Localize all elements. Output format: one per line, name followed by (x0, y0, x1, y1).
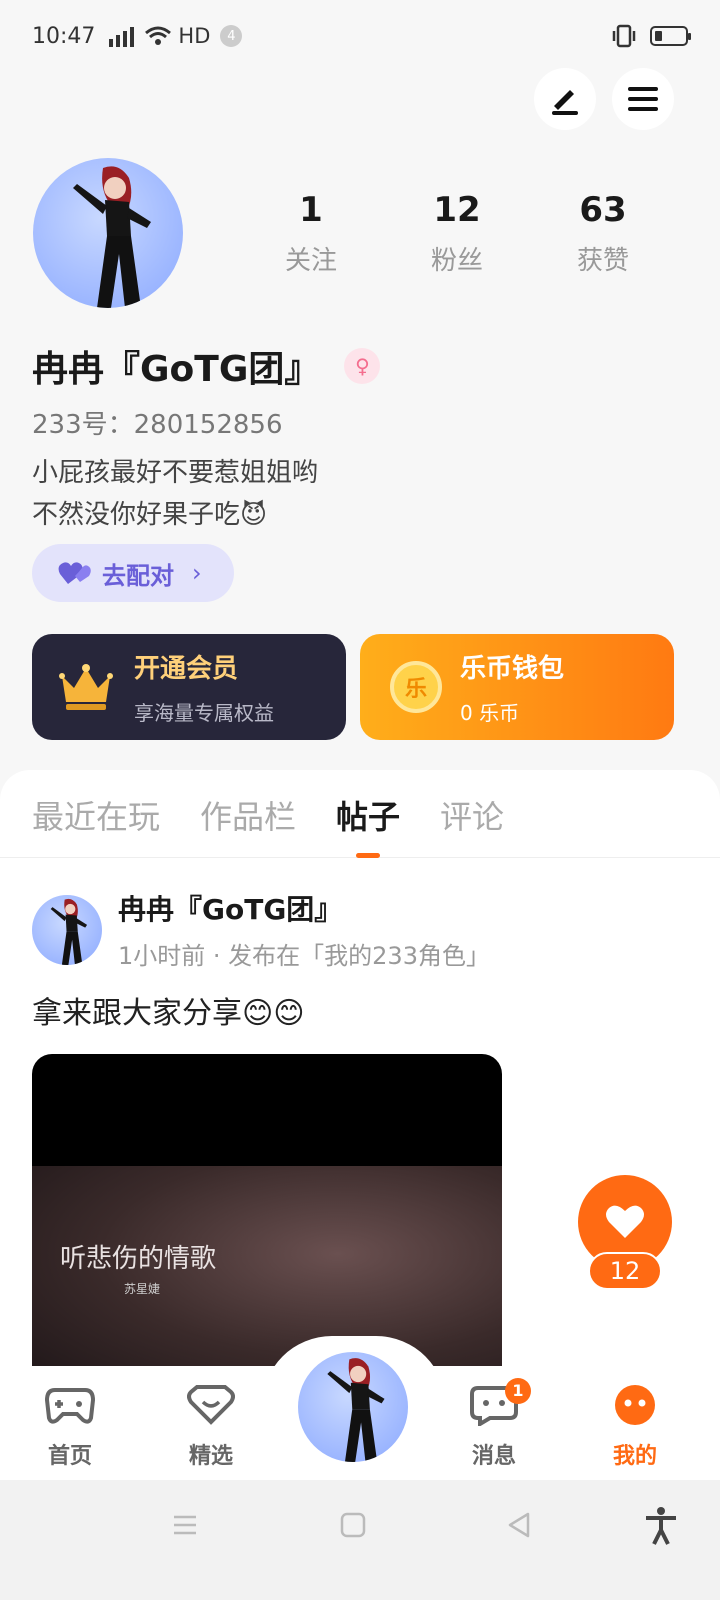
coin-icon: 乐 (390, 661, 442, 713)
likes-label: 获赞 (576, 246, 629, 276)
character-figure-icon (327, 1358, 385, 1462)
bio-line: 小屁孩最好不要惹姐姐哟 (32, 458, 319, 488)
accessibility-icon[interactable] (644, 1506, 678, 1546)
tab-posts[interactable]: 帖子 (336, 792, 400, 858)
profile-uid: 233号：280152856 (32, 410, 283, 440)
post-meta: 1小时前 · 发布在「我的233角色」 (118, 942, 490, 970)
nav-label-featured: 精选 (188, 1444, 233, 1469)
profile-name-row: 冉冉『GoTG团』 ♀ (32, 340, 381, 392)
tab-works[interactable]: 作品栏 (200, 792, 296, 858)
double-heart-icon (58, 562, 91, 584)
chevron-right-icon: › (192, 559, 202, 587)
profile-bio: 小屁孩最好不要惹姐姐哟 不然没你好果子吃😈 (32, 452, 318, 536)
video-frame: 听悲伤的情歌 苏星婕 (32, 1166, 502, 1384)
pen-icon (552, 90, 578, 115)
vibrate-icon (612, 24, 636, 48)
likes-count: 63 (579, 190, 627, 230)
followers-stat[interactable]: 12 粉丝 (384, 190, 530, 277)
like-count: 12 (588, 1252, 662, 1290)
back-icon[interactable] (506, 1512, 532, 1538)
profile-avatar[interactable] (33, 158, 183, 308)
post-author-name[interactable]: 冉冉『GoTG团』 (118, 888, 490, 928)
nav-item-home[interactable]: 首页 (20, 1384, 120, 1470)
nav-center-avatar[interactable] (298, 1352, 408, 1462)
video-caption: 听悲伤的情歌 (60, 1244, 217, 1274)
post-text: 拿来跟大家分享😊😊 (32, 996, 305, 1031)
following-label: 关注 (284, 246, 337, 276)
post-author-avatar[interactable] (32, 894, 102, 965)
home-icon[interactable] (340, 1512, 366, 1538)
heart-gem-icon (187, 1385, 235, 1425)
hamburger-icon (628, 87, 658, 111)
following-stat[interactable]: 1 关注 (238, 190, 384, 277)
vip-card[interactable]: 开通会员 享海量专属权益 (32, 634, 346, 740)
female-gender-icon: ♀ (344, 348, 381, 384)
wallet-card[interactable]: 乐 乐币钱包 0 乐币 (360, 634, 674, 740)
profile-tabs: 最近在玩 作品栏 帖子 评论 (0, 770, 720, 858)
status-time: 10:47 (32, 23, 96, 49)
signal-icon (109, 25, 135, 47)
post-header: 冉冉『GoTG团』 1小时前 · 发布在「我的233角色」 (32, 888, 490, 971)
vip-title: 开通会员 (134, 654, 239, 684)
coin-glyph: 乐 (404, 677, 427, 702)
messages-badge: 1 (505, 1378, 531, 1404)
tab-recent-play[interactable]: 最近在玩 (32, 792, 160, 858)
status-bar: 10:47 HD 4 (0, 0, 720, 72)
hd-label: HD (178, 24, 211, 48)
wallet-balance: 0 乐币 (460, 701, 520, 725)
bio-line: 不然没你好果子吃😈 (32, 500, 268, 530)
crown-icon (59, 664, 113, 710)
match-button[interactable]: 去配对 › (32, 544, 234, 602)
menu-button[interactable] (612, 68, 674, 130)
heart-icon (606, 1205, 644, 1238)
likes-stat[interactable]: 63 获赞 (530, 190, 676, 277)
edit-profile-button[interactable] (534, 68, 596, 130)
system-nav-bar (0, 1480, 720, 1600)
nav-label-home: 首页 (47, 1444, 92, 1469)
tab-comments[interactable]: 评论 (440, 792, 504, 858)
gamepad-icon (44, 1388, 96, 1424)
nav-label-me: 我的 (612, 1444, 657, 1469)
followers-label: 粉丝 (430, 246, 483, 276)
vip-subtitle: 享海量专属权益 (134, 701, 274, 725)
wifi-icon (145, 26, 172, 45)
following-count: 1 (299, 190, 323, 230)
nav-label-messages: 消息 (471, 1444, 516, 1469)
nav-item-messages[interactable]: 1 消息 (444, 1378, 544, 1470)
nav-item-me[interactable]: 我的 (585, 1384, 685, 1470)
match-label: 去配对 (102, 561, 174, 590)
followers-count: 12 (433, 190, 481, 230)
recent-apps-icon[interactable] (172, 1512, 198, 1538)
post-video[interactable]: 听悲伤的情歌 苏星婕 (32, 1054, 502, 1384)
character-figure-icon (50, 898, 88, 965)
character-figure-icon (73, 166, 151, 308)
video-subcaption: 苏星婕 (124, 1282, 161, 1296)
profile-stats: 1 关注 12 粉丝 63 获赞 (238, 190, 676, 277)
profile-name: 冉冉『GoTG团』 (32, 349, 321, 390)
battery-icon (650, 26, 691, 46)
smile-icon (615, 1385, 655, 1425)
nav-item-featured[interactable]: 精选 (161, 1384, 261, 1470)
wallet-title: 乐币钱包 (460, 654, 565, 684)
notification-count-badge: 4 (220, 25, 243, 47)
